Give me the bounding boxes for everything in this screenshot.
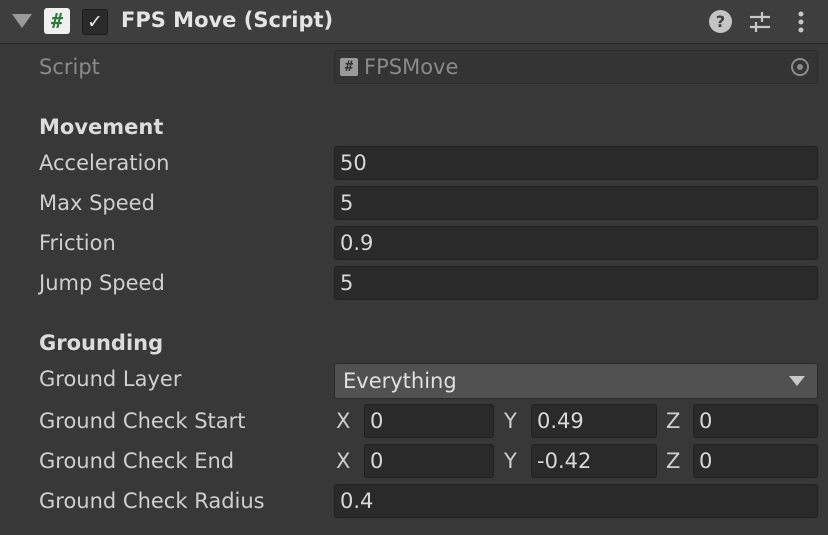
jump-speed-field[interactable]: 5 (334, 266, 818, 300)
jump-speed-label: Jump Speed (39, 271, 165, 295)
ground-layer-dropdown[interactable]: Everything (334, 363, 818, 399)
script-name: FPSMove (364, 55, 459, 79)
acceleration-field[interactable]: 50 (334, 146, 818, 180)
y-axis-label: Y (504, 449, 517, 473)
script-label: Script (39, 55, 100, 79)
ground-check-end-z[interactable]: 0 (693, 444, 818, 478)
ground-layer-value: Everything (343, 369, 457, 393)
x-axis-label: X (336, 449, 351, 473)
object-picker-icon[interactable] (791, 58, 809, 76)
max-speed-field[interactable]: 5 (334, 186, 818, 220)
script-hash-icon: # (44, 8, 70, 34)
foldout-arrow-icon[interactable] (12, 14, 32, 28)
ground-check-start-label: Ground Check Start (39, 409, 246, 433)
ground-check-end-y[interactable]: -0.42 (531, 444, 657, 478)
max-speed-label: Max Speed (39, 191, 155, 215)
presets-sliders-icon[interactable] (748, 10, 772, 34)
more-kebab-icon[interactable] (789, 10, 813, 34)
component-header: # ✓ FPS Move (Script) ? (0, 0, 828, 44)
ground-layer-label: Ground Layer (39, 367, 182, 391)
grounding-heading: Grounding (39, 331, 164, 355)
ground-check-start-z[interactable]: 0 (693, 404, 818, 438)
acceleration-label: Acceleration (39, 151, 170, 175)
y-axis-label: Y (504, 409, 517, 433)
z-axis-label: Z (666, 449, 681, 473)
ground-check-radius-label: Ground Check Radius (39, 489, 265, 513)
ground-check-start-x[interactable]: 0 (364, 404, 494, 438)
friction-label: Friction (39, 231, 116, 255)
chevron-down-icon (789, 376, 805, 386)
friction-field[interactable]: 0.9 (334, 226, 818, 260)
ground-check-start-y[interactable]: 0.49 (531, 404, 657, 438)
script-field[interactable]: # FPSMove (334, 50, 818, 84)
ground-check-end-x[interactable]: 0 (364, 444, 494, 478)
ground-check-end-label: Ground Check End (39, 449, 235, 473)
help-icon[interactable]: ? (709, 10, 732, 33)
ground-check-radius-field[interactable]: 0.4 (334, 484, 818, 518)
script-hash-icon: # (340, 57, 358, 76)
movement-heading: Movement (39, 115, 164, 139)
x-axis-label: X (336, 409, 351, 433)
z-axis-label: Z (666, 409, 681, 433)
enable-checkbox[interactable]: ✓ (82, 9, 108, 35)
component-title: FPS Move (Script) (121, 8, 334, 32)
